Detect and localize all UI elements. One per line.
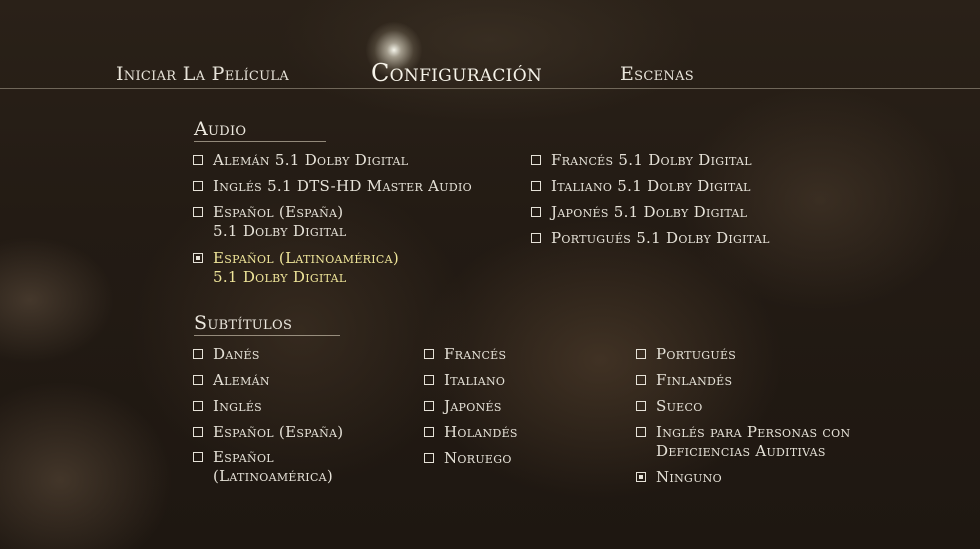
checkbox-icon bbox=[531, 181, 541, 191]
checkbox-icon bbox=[193, 349, 203, 359]
checkbox-icon bbox=[193, 155, 203, 165]
checkbox-checked-icon bbox=[193, 253, 203, 263]
option-label-line: Inglés bbox=[213, 397, 263, 415]
top-menu-bar: Iniciar La Película Configuración Escena… bbox=[0, 56, 980, 89]
subtitle-option-label: Japonés bbox=[444, 397, 502, 416]
menu-settings[interactable]: Configuración bbox=[371, 59, 542, 87]
option-label-line: Danés bbox=[213, 345, 260, 363]
option-label-line: Japonés 5.1 Dolby Digital bbox=[551, 203, 748, 221]
checkbox-icon bbox=[193, 181, 203, 191]
subtitle-option-label: Alemán bbox=[213, 371, 270, 390]
checkbox-icon bbox=[193, 427, 203, 437]
checkbox-icon bbox=[424, 427, 434, 437]
checkbox-icon bbox=[193, 375, 203, 385]
subtitle-option-label: Finlandés bbox=[656, 371, 732, 390]
option-label-line: Italiano 5.1 Dolby Digital bbox=[551, 177, 751, 195]
option-label-line: Español (Latinoamérica) bbox=[213, 249, 399, 267]
subtitles-section-title: Subtítulos bbox=[194, 312, 340, 336]
checkbox-icon bbox=[531, 207, 541, 217]
option-label-line: Alemán bbox=[213, 371, 270, 389]
checkbox-icon bbox=[193, 452, 203, 462]
subtitle-option-label: Italiano bbox=[444, 371, 505, 390]
option-label-line: 5.1 Dolby Digital bbox=[213, 268, 347, 286]
subtitle-option-label: Holandés bbox=[444, 423, 518, 442]
option-label-line: Sueco bbox=[656, 397, 703, 415]
checkbox-checked-icon bbox=[636, 472, 646, 482]
checkbox-icon bbox=[424, 349, 434, 359]
option-label-line: Ninguno bbox=[656, 468, 722, 486]
option-label-line: Español (España) bbox=[213, 423, 344, 441]
menu-play-movie[interactable]: Iniciar La Película bbox=[116, 63, 289, 85]
checkbox-icon bbox=[424, 401, 434, 411]
option-label-line: Deficiencias Auditivas bbox=[656, 442, 826, 460]
subtitle-option-label: Francés bbox=[444, 345, 506, 364]
audio-option-label: Inglés 5.1 DTS-HD Master Audio bbox=[213, 177, 472, 196]
option-label-line: 5.1 Dolby Digital bbox=[213, 222, 347, 240]
option-label-line: Español (España) bbox=[213, 203, 344, 221]
checkbox-icon bbox=[636, 375, 646, 385]
option-label-line: Noruego bbox=[444, 449, 512, 467]
subtitle-option-label: Inglés bbox=[213, 397, 262, 416]
checkbox-icon bbox=[636, 427, 646, 437]
checkbox-icon bbox=[193, 207, 203, 217]
audio-option-label: Portugués 5.1 Dolby Digital bbox=[551, 229, 770, 248]
audio-option-label: Italiano 5.1 Dolby Digital bbox=[551, 177, 751, 196]
checkbox-icon bbox=[424, 453, 434, 463]
option-label-line: Inglés para Personas con bbox=[656, 423, 851, 441]
option-label-line: Japonés bbox=[444, 397, 502, 415]
checkbox-icon bbox=[636, 349, 646, 359]
subtitle-option-label: Sueco bbox=[656, 397, 703, 416]
option-label-line: Francés 5.1 Dolby Digital bbox=[551, 151, 752, 169]
subtitle-option-label: Ninguno bbox=[656, 468, 722, 487]
option-label-line: Portugués bbox=[656, 345, 737, 363]
option-label-line: Finlandés bbox=[656, 371, 733, 389]
audio-section-title: Audio bbox=[194, 118, 326, 142]
menu-scenes[interactable]: Escenas bbox=[620, 63, 694, 85]
option-label-line: Inglés 5.1 DTS-HD Master Audio bbox=[213, 177, 472, 195]
audio-option-label: Francés 5.1 Dolby Digital bbox=[551, 151, 752, 170]
checkbox-icon bbox=[636, 401, 646, 411]
option-label-line: Italiano bbox=[444, 371, 506, 389]
subtitle-option-label: Inglés para Personas con Deficiencias Aud… bbox=[656, 423, 850, 461]
audio-option-label: Español (España) 5.1 Dolby Digital bbox=[213, 203, 346, 241]
subtitle-option-label: Danés bbox=[213, 345, 260, 364]
option-label-line: Español bbox=[213, 448, 274, 466]
checkbox-icon bbox=[531, 233, 541, 243]
audio-option-label: Japonés 5.1 Dolby Digital bbox=[551, 203, 747, 222]
checkbox-icon bbox=[193, 401, 203, 411]
subtitle-option-label: Portugués bbox=[656, 345, 736, 364]
audio-option-label: Español (Latinoamérica) 5.1 Dolby Digital bbox=[213, 249, 399, 287]
option-label-line: Francés bbox=[444, 345, 507, 363]
subtitle-option-label: Español (Latinoamérica) bbox=[213, 448, 333, 486]
option-label-line: (Latinoamérica) bbox=[213, 467, 334, 485]
option-label-line: Holandés bbox=[444, 423, 518, 441]
option-label-line: Alemán 5.1 Dolby Digital bbox=[213, 151, 409, 169]
subtitle-option-label: Noruego bbox=[444, 449, 512, 468]
checkbox-icon bbox=[424, 375, 434, 385]
checkbox-icon bbox=[531, 155, 541, 165]
subtitle-option-label: Español (España) bbox=[213, 423, 343, 442]
option-label-line: Portugués 5.1 Dolby Digital bbox=[551, 229, 770, 247]
audio-option-label: Alemán 5.1 Dolby Digital bbox=[213, 151, 408, 170]
